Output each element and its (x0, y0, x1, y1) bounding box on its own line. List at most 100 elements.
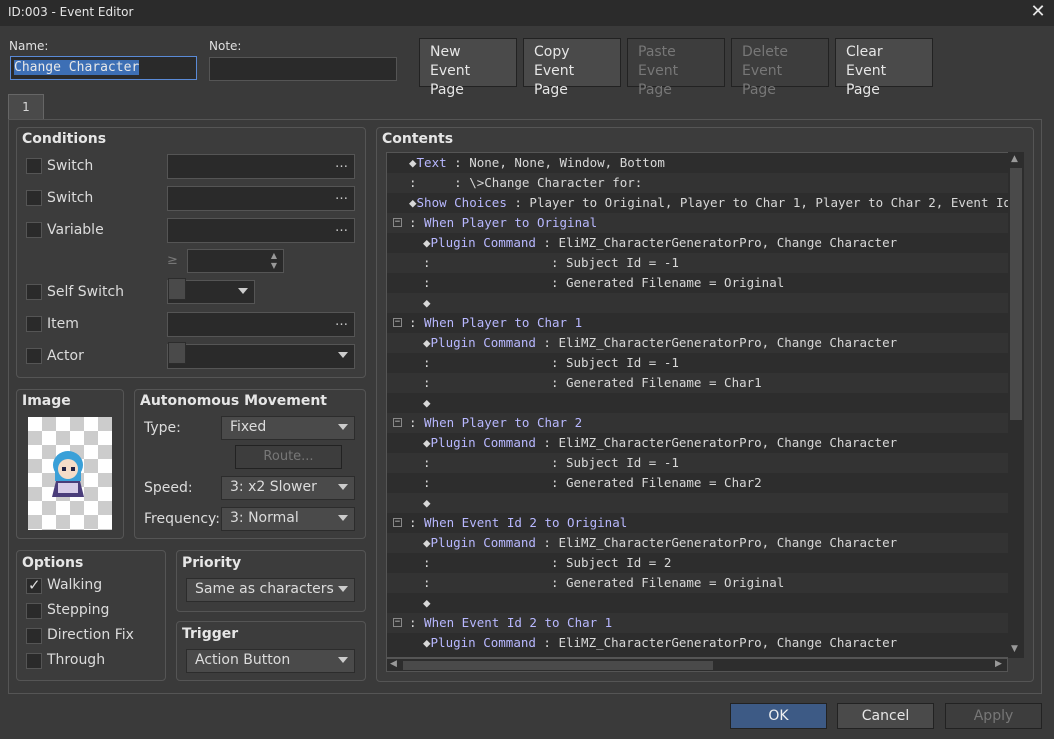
ellipsis-icon[interactable]: … (335, 156, 348, 171)
scroll-left-icon[interactable]: ◀ (390, 659, 397, 669)
event-command-list[interactable]: ◆Text : None, None, Window, Bottom: : \>… (386, 152, 1024, 658)
vertical-scroll-thumb[interactable] (1010, 168, 1022, 420)
horizontal-scrollbar[interactable]: ◀ ▶ (386, 658, 1008, 672)
spin-up-icon[interactable]: ▲ (271, 251, 277, 260)
command-params: EliMZ_CharacterGeneratorPro, Change Char… (558, 335, 898, 350)
speed-dropdown[interactable]: 3: x2 Slower (221, 476, 355, 500)
command-line[interactable]: ◆Plugin Command : EliMZ_CharacterGenerat… (387, 333, 1009, 353)
ellipsis-icon[interactable]: … (335, 220, 348, 235)
variable-value-spinner[interactable]: ▲ ▼ (187, 249, 284, 273)
switch2-checkbox[interactable] (26, 190, 42, 206)
switch1-checkbox[interactable] (26, 158, 42, 174)
collapse-icon[interactable]: − (393, 218, 402, 227)
actor-dropdown[interactable] (167, 342, 355, 369)
command-text: ◆Plugin Command : EliMZ_CharacterGenerat… (423, 633, 897, 653)
command-line[interactable]: : : Subject Id = -1 (387, 453, 1009, 473)
frequency-dropdown[interactable]: 3: Normal (221, 507, 355, 531)
new-event-page-button[interactable]: New Event Page (419, 38, 517, 98)
separator: : (535, 535, 559, 550)
copy-event-page-button[interactable]: Copy Event Page (523, 38, 621, 98)
command-line[interactable]: : : Generated Filename = Original (387, 273, 1009, 293)
command-text: : When Event Id 2 to Original (409, 513, 627, 533)
command-line[interactable]: : : Subject Id = 2 (387, 553, 1009, 573)
cancel-button[interactable]: Cancel (837, 703, 934, 729)
switch1-field[interactable]: … (167, 154, 355, 179)
type-dropdown[interactable]: Fixed (221, 416, 355, 440)
command-line[interactable]: −: When Player to Char 2 (387, 413, 1009, 433)
vertical-scrollbar[interactable]: ▲ ▼ (1008, 152, 1024, 658)
variable-checkbox[interactable] (26, 222, 42, 238)
route-button[interactable]: Route... (235, 445, 342, 469)
continuation-mark: : (423, 275, 431, 290)
collapse-icon[interactable]: − (393, 518, 402, 527)
spin-down-icon[interactable]: ▼ (271, 261, 277, 270)
switch2-field[interactable]: … (167, 186, 355, 211)
delete-event-page-button[interactable]: Delete Event Page (731, 38, 829, 98)
command-line[interactable]: ◆ (387, 293, 1009, 313)
command-line[interactable]: : : Subject Id = -1 (387, 253, 1009, 273)
walking-checkbox[interactable] (26, 576, 42, 594)
command-name: Plugin Command (430, 335, 536, 350)
command-line[interactable]: : : Subject Id = -1 (387, 353, 1009, 373)
command-text: : When Player to Char 2 (409, 413, 582, 433)
separator: : (543, 255, 566, 270)
command-line[interactable]: ◆Plugin Command : EliMZ_CharacterGenerat… (387, 633, 1009, 653)
close-icon[interactable]: ✕ (1028, 2, 1048, 22)
command-line[interactable]: −: When Event Id 2 to Original (387, 513, 1009, 533)
ok-button[interactable]: OK (730, 703, 827, 729)
paste-event-page-button[interactable]: Paste Event Page (627, 38, 725, 98)
chevron-down-icon (238, 288, 248, 294)
item-checkbox[interactable] (26, 316, 42, 332)
ellipsis-icon[interactable]: … (335, 314, 348, 329)
command-line[interactable]: : : Generated Filename = Char2 (387, 473, 1009, 493)
command-text: : : Generated Filename = Original (423, 273, 784, 293)
note-input[interactable] (209, 57, 397, 81)
priority-dropdown[interactable]: Same as characters (186, 578, 355, 602)
command-line[interactable]: ◆ (387, 493, 1009, 513)
command-line[interactable]: ◆Show Choices : Player to Original, Play… (387, 193, 1009, 213)
scroll-down-icon[interactable]: ▼ (1011, 644, 1018, 654)
command-line[interactable]: −: When Player to Char 1 (387, 313, 1009, 333)
item-field[interactable]: … (167, 312, 355, 337)
type-value: Fixed (230, 419, 267, 435)
command-line[interactable]: : : Generated Filename = Original (387, 573, 1009, 593)
switch1-label: Switch (47, 158, 94, 174)
name-input[interactable]: Change Character (10, 56, 197, 80)
collapse-icon[interactable]: − (393, 418, 402, 427)
horizontal-scroll-thumb[interactable] (403, 661, 713, 670)
clear-event-page-button[interactable]: Clear Event Page (835, 38, 933, 98)
ellipsis-icon[interactable]: … (335, 188, 348, 203)
command-line[interactable]: ◆Text : None, None, Window, Bottom (387, 153, 1009, 173)
command-line[interactable]: −: When Event Id 2 to Char 1 (387, 613, 1009, 633)
command-line[interactable]: ◆ (387, 593, 1009, 613)
actor-checkbox[interactable] (26, 348, 42, 364)
collapse-icon[interactable]: − (393, 618, 402, 627)
tab-page-1[interactable]: 1 (8, 94, 44, 120)
window-title: ID:003 - Event Editor (8, 5, 134, 19)
direction-fix-checkbox[interactable] (26, 628, 42, 644)
scroll-right-icon[interactable]: ▶ (995, 659, 1002, 669)
trigger-dropdown[interactable]: Action Button (186, 649, 355, 673)
apply-button[interactable]: Apply (945, 703, 1042, 729)
command-line[interactable]: ◆Plugin Command : EliMZ_CharacterGenerat… (387, 533, 1009, 553)
collapse-icon[interactable]: − (393, 318, 402, 327)
command-line[interactable]: : : \>Change Character for: (387, 173, 1009, 193)
diamond-icon: ◆ (409, 155, 417, 170)
command-params: Generated Filename = Original (566, 575, 785, 590)
variable-field[interactable]: … (167, 218, 355, 243)
through-checkbox[interactable] (26, 653, 42, 669)
command-line[interactable]: −: When Player to Original (387, 213, 1009, 233)
self-switch-checkbox[interactable] (26, 284, 42, 300)
diamond-icon: ◆ (423, 295, 431, 310)
scroll-up-icon[interactable]: ▲ (1011, 154, 1018, 164)
command-line[interactable]: ◆Plugin Command : EliMZ_CharacterGenerat… (387, 433, 1009, 453)
command-line[interactable]: ◆ (387, 393, 1009, 413)
command-line[interactable]: : : Generated Filename = Char1 (387, 373, 1009, 393)
character-image[interactable] (28, 417, 112, 530)
command-line[interactable]: ◆Plugin Command : EliMZ_CharacterGenerat… (387, 233, 1009, 253)
continuation-mark: : (409, 615, 417, 630)
stepping-checkbox[interactable] (26, 603, 42, 619)
self-switch-dropdown[interactable] (167, 278, 255, 304)
diamond-icon: ◆ (409, 195, 417, 210)
